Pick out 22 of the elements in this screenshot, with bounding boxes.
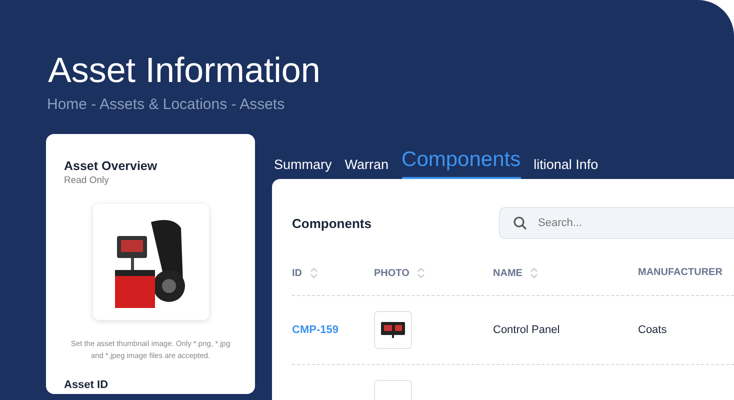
sort-icon[interactable]	[417, 267, 426, 279]
card-title: Components	[292, 216, 372, 230]
tab[interactable]: Warran	[344, 157, 389, 177]
tab[interactable]: Summary	[274, 157, 332, 177]
search-icon	[513, 216, 527, 230]
table-cell: Coats	[638, 324, 667, 336]
table-cell: Control Panel	[493, 324, 560, 336]
column-header[interactable]: PHOTO	[374, 268, 410, 278]
column-header[interactable]: NAME	[493, 268, 522, 278]
card-subtitle: Read Only	[64, 175, 110, 186]
control-panel-drawing	[380, 320, 406, 340]
page-title: Asset Information	[48, 50, 322, 92]
sort-icon[interactable]	[310, 267, 318, 279]
field-label: Asset ID	[64, 379, 110, 391]
search-field[interactable]: Search...	[499, 207, 734, 239]
column-header[interactable]: MANUFACTURER	[638, 267, 722, 278]
sort-icon[interactable]	[530, 267, 538, 279]
column-header[interactable]: ID	[292, 268, 302, 278]
component-id-link[interactable]: CMP-159	[292, 324, 338, 336]
breadcrumb[interactable]: Home - Assets & Locations - Assets	[47, 96, 734, 113]
tab[interactable]: litional Info	[534, 157, 598, 177]
card-title: Asset Overview	[64, 159, 158, 173]
